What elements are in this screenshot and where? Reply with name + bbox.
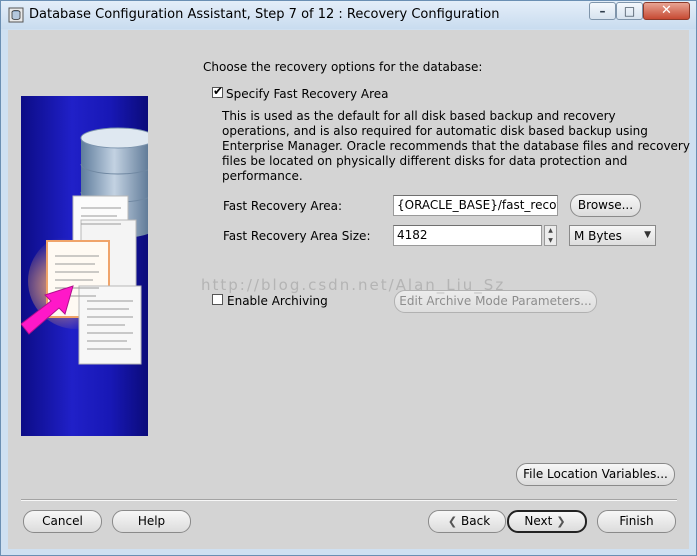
next-button-label: Next xyxy=(524,514,553,528)
cancel-button[interactable]: Cancel xyxy=(23,510,102,533)
fast-recovery-size-input[interactable]: 4182 xyxy=(393,225,542,246)
fast-recovery-checkbox-label: Specify Fast Recovery Area xyxy=(226,87,389,101)
back-button-label: Back xyxy=(461,514,491,528)
fast-recovery-size-label: Fast Recovery Area Size: xyxy=(223,229,371,243)
close-icon: ✕ xyxy=(661,3,672,18)
title-bar[interactable]: Database Configuration Assistant, Step 7… xyxy=(1,1,696,29)
chevron-left-icon: ❮ xyxy=(447,515,458,528)
dbca-window: Database Configuration Assistant, Step 7… xyxy=(0,0,697,556)
minimize-icon: – xyxy=(599,4,606,18)
size-unit-value: M Bytes xyxy=(574,229,622,243)
next-button[interactable]: Next ❯ xyxy=(507,510,587,533)
footer-separator xyxy=(21,499,677,501)
description-line: performance. xyxy=(222,169,303,183)
close-button[interactable]: ✕ xyxy=(643,2,690,20)
instruction-text: Choose the recovery options for the data… xyxy=(203,60,483,74)
fast-recovery-description: This is used as the default for all disk… xyxy=(222,109,690,184)
chevron-down-icon: ▼ xyxy=(644,230,651,240)
checkmark-icon: ✔ xyxy=(213,84,224,98)
maximize-icon: □ xyxy=(623,4,636,18)
fast-recovery-area-label: Fast Recovery Area: xyxy=(223,199,343,213)
description-line: Enterprise Manager. Oracle recommends th… xyxy=(222,139,690,153)
spinner-down-icon[interactable]: ▼ xyxy=(545,236,556,245)
spinner-up-icon[interactable]: ▲ xyxy=(545,226,556,235)
watermark-text: http://blog.csdn.net/Alan_Liu_Sz xyxy=(201,276,506,294)
illustration-graphic xyxy=(21,127,148,365)
window-title: Database Configuration Assistant, Step 7… xyxy=(29,7,500,22)
database-documents-illustration xyxy=(21,96,148,436)
fast-recovery-checkbox[interactable]: ✔ xyxy=(212,84,224,98)
browse-button[interactable]: Browse... xyxy=(570,194,641,217)
description-line: This is used as the default for all disk… xyxy=(222,109,616,123)
description-line: files be located on physically different… xyxy=(222,154,628,168)
size-unit-select[interactable]: M Bytes ▼ xyxy=(569,225,656,246)
back-button[interactable]: ❮ Back xyxy=(428,510,506,533)
finish-button[interactable]: Finish xyxy=(597,510,676,533)
minimize-button[interactable]: – xyxy=(589,2,616,20)
chevron-right-icon: ❯ xyxy=(556,515,566,528)
file-location-variables-button[interactable]: File Location Variables... xyxy=(516,463,675,486)
size-spinner[interactable]: ▲ ▼ xyxy=(544,225,557,246)
fast-recovery-area-input[interactable]: {ORACLE_BASE}/fast_recover xyxy=(393,195,558,216)
database-window-icon xyxy=(8,7,24,23)
description-line: operations, and is also required for aut… xyxy=(222,124,648,138)
maximize-button[interactable]: □ xyxy=(616,2,643,20)
help-button[interactable]: Help xyxy=(112,510,191,533)
enable-archiving-checkbox[interactable] xyxy=(212,294,223,305)
enable-archiving-label: Enable Archiving xyxy=(227,294,328,308)
